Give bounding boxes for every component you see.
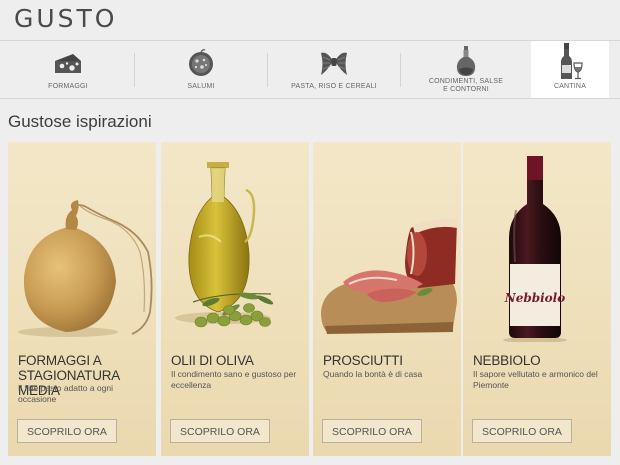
- scoprilo-button[interactable]: SCOPRILO ORA: [170, 419, 270, 443]
- caciocavallo-cheese-image: [18, 200, 153, 337]
- page-title: GUSTO: [14, 4, 118, 33]
- category-cantina[interactable]: CANTINA: [531, 41, 609, 98]
- promo-card-nebbiolo: Nebbiolo NEBBIOLO Il sapore vellutato e …: [463, 142, 611, 456]
- card-description: Quando la bontà è di casa: [323, 369, 423, 379]
- category-pasta[interactable]: PASTA, RISO E CEREALI: [268, 41, 400, 98]
- card-title-line1: FORMAGGI A: [18, 353, 102, 368]
- category-label-line2: E CONTORNI: [443, 86, 489, 93]
- prosciutto-board-image: [321, 218, 457, 334]
- category-label-line1: CONDIMENTI, SALSE: [428, 78, 504, 85]
- category-nav: FORMAGGI SALUMI PASTA, RISO E CEREALI CO…: [0, 40, 620, 99]
- card-description: Il sapore vellutato e armonico del Piemo…: [473, 369, 598, 390]
- wine-bottle-image: Nebbiolo: [503, 156, 567, 342]
- category-label: CANTINA: [553, 83, 587, 90]
- promo-card-olii: OLII DI OLIVA Il condimento sano e gusto…: [161, 142, 309, 456]
- card-title: PROSCIUTTI: [323, 353, 403, 368]
- scoprilo-button[interactable]: SCOPRILO ORA: [472, 419, 572, 443]
- card-title: NEBBIOLO: [473, 353, 541, 368]
- category-label: SALUMI: [187, 83, 215, 90]
- card-description: Il fine pasto adatto a ogni occasione: [18, 383, 113, 404]
- wine-bottle-icon: [561, 43, 583, 80]
- category-formaggi[interactable]: FORMAGGI: [2, 41, 134, 98]
- promo-card-formaggi: FORMAGGI A STAGIONATURA MEDIA Il fine pa…: [8, 142, 156, 456]
- card-description: Il condimento sano e gustoso per eccelle…: [171, 369, 297, 390]
- promo-card-prosciutti: PROSCIUTTI Quando la bontà è di casa SCO…: [313, 142, 461, 456]
- cheese-icon: [55, 54, 81, 73]
- pasta-icon: [321, 52, 347, 75]
- scoprilo-button[interactable]: SCOPRILO ORA: [17, 419, 117, 443]
- category-label: PASTA, RISO E CEREALI: [291, 83, 377, 90]
- bottle-label-text: Nebbiolo: [504, 291, 566, 305]
- olive-oil-bottle-image: [175, 162, 274, 328]
- category-salumi[interactable]: SALUMI: [135, 41, 267, 98]
- category-label: FORMAGGI: [48, 83, 88, 90]
- salami-icon: [189, 49, 213, 76]
- scoprilo-button[interactable]: SCOPRILO ORA: [322, 419, 422, 443]
- oil-bottle-icon: [456, 46, 476, 76]
- section-title: Gustose ispirazioni: [8, 112, 152, 131]
- app-header: GUSTO: [0, 0, 620, 40]
- card-title: OLII DI OLIVA: [171, 353, 254, 368]
- category-condimenti[interactable]: CONDIMENTI, SALSE E CONTORNI: [401, 41, 531, 98]
